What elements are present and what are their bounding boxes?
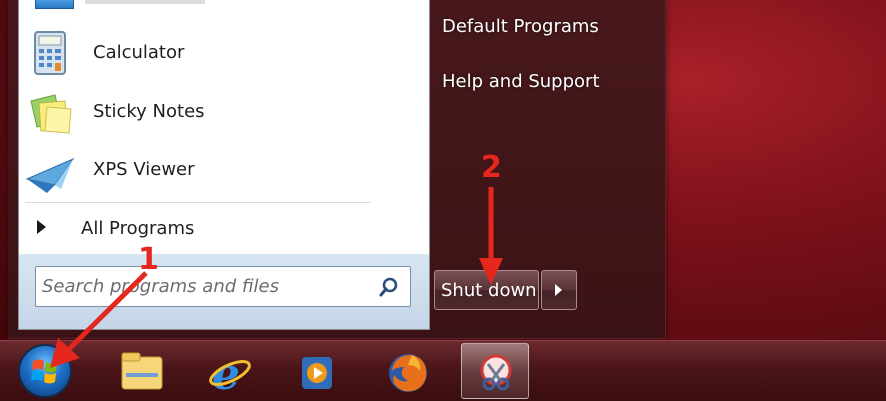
default-programs-link[interactable]: Default Programs: [442, 16, 599, 37]
internet-explorer-icon: e: [209, 349, 251, 395]
program-sticky-notes[interactable]: Sticky Notes: [19, 85, 429, 141]
annotation-step-1: 1: [138, 242, 159, 277]
program-label: Sticky Notes: [93, 101, 205, 122]
search-area: [18, 254, 430, 330]
search-icon[interactable]: [378, 276, 400, 298]
program-calculator[interactable]: Calculator: [19, 26, 429, 82]
taskbar: e: [0, 340, 886, 401]
separator: [25, 202, 371, 203]
windows-explorer-icon: [121, 352, 163, 390]
taskbar-explorer[interactable]: [108, 343, 176, 399]
xps-viewer-icon: [25, 157, 75, 193]
calculator-icon: [34, 31, 66, 75]
taskbar-snipping-tool[interactable]: [461, 343, 529, 399]
start-menu: Calculator Sticky Notes XPS Viewer All P…: [8, 0, 666, 339]
sticky-notes-icon: [30, 94, 72, 134]
windows-media-player-icon: [302, 357, 332, 389]
taskbar-media-player[interactable]: [284, 343, 352, 399]
arrow-right-icon: [37, 220, 46, 234]
right-pane: Default Programs Help and Support Shut d…: [428, 0, 665, 338]
all-programs-label: All Programs: [81, 218, 195, 239]
annotation-step-2: 2: [481, 150, 502, 185]
taskbar-internet-explorer[interactable]: e: [196, 343, 264, 399]
shutdown-button[interactable]: Shut down: [434, 270, 539, 310]
taskbar-firefox[interactable]: [374, 343, 442, 399]
partial-program-label: [85, 0, 205, 4]
all-programs-item[interactable]: All Programs: [19, 210, 429, 246]
partial-program-icon: [35, 0, 74, 9]
snipping-tool-icon: [480, 354, 512, 391]
search-input[interactable]: [42, 274, 362, 298]
program-label: Calculator: [93, 42, 185, 63]
firefox-icon: [389, 354, 427, 392]
start-button[interactable]: [18, 344, 72, 398]
shutdown-options-button[interactable]: [541, 270, 577, 310]
program-list: Calculator Sticky Notes XPS Viewer All P…: [18, 0, 430, 255]
program-xps-viewer[interactable]: XPS Viewer: [19, 143, 429, 199]
program-label: XPS Viewer: [93, 159, 195, 180]
windows-logo-icon: [31, 359, 57, 384]
arrow-right-icon: [555, 284, 562, 296]
help-and-support-link[interactable]: Help and Support: [442, 71, 600, 92]
search-box[interactable]: [35, 266, 411, 307]
